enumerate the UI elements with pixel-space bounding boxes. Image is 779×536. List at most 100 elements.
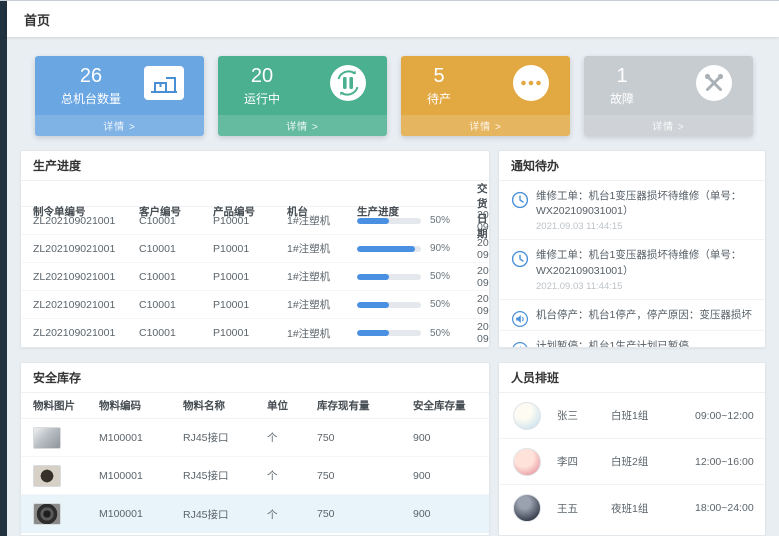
stat-card-running[interactable]: 20 运行中 详情 > [218,56,387,136]
table-row: M100001 RJ45接口 个 750 900 [21,419,489,457]
todo-panel: 通知待办 维修工单：机台1变压器损坏待维修（单号：WX202109031001）… [498,150,766,348]
delivery-date: 2021-09-10 [477,321,490,345]
machine: 1#注塑机 [287,326,357,341]
staff-name: 王五 [557,501,611,516]
staff-name: 张三 [557,408,611,423]
delivery-date: 2021-09-10 [477,209,490,233]
panels-row-1: 生产进度 制令单编号 客户编号 产品编号 机台 生产进度 交货日期 ZL2021… [20,150,766,348]
panel-title-todos: 通知待办 [499,151,765,181]
schedule-row: 李四 白班2组 12:00~16:00 [499,439,765,485]
progress-percent: 50% [430,215,450,226]
unit: 个 [267,468,317,483]
progress-percent: 90% [430,243,450,254]
order-no: ZL202109021001 [33,271,139,283]
progress-cell: 50% [357,328,477,339]
stat-detail-link[interactable]: 详情 > [35,115,204,136]
material-image [33,503,61,525]
stat-detail-link[interactable]: 详情 > [401,115,570,136]
order-no: ZL202109021001 [33,327,139,339]
progress-percent: 50% [430,271,450,282]
stat-card-body: 20 运行中 [218,56,387,115]
machine: 1#注塑机 [287,241,357,256]
todo-item[interactable]: 机台停产：机台1停产，停产原因：变压器损坏 [499,300,765,331]
shift-time: 12:00~16:00 [695,456,759,468]
stat-card-body: 1 故障 [584,56,753,115]
stat-value: 26 [61,65,121,87]
panel-title-inventory: 安全库存 [21,363,489,393]
production-table-header: 制令单编号 客户编号 产品编号 机台 生产进度 交货日期 [21,181,489,207]
progress-cell: 50% [357,215,477,226]
stock-qty: 750 [317,470,413,482]
safety-stock-panel: 安全库存 物料图片 物料编码 物料名称 单位 库存现有量 安全库存量 M1000… [20,362,490,536]
stat-card-body: 5 待产 [401,56,570,115]
left-edge-strip [0,1,7,536]
production-progress-panel: 生产进度 制令单编号 客户编号 产品编号 机台 生产进度 交货日期 ZL2021… [20,150,490,348]
progress-percent: 50% [430,328,450,339]
delivery-date: 2021-09-10 [477,293,490,317]
material-code: M100001 [99,508,183,520]
table-row: ZL202109021001 C10001 P10001 1#注塑机 50% 2… [21,319,489,347]
col-header: 库存现有量 [317,398,413,413]
topbar: 首页 [7,1,779,37]
safety-qty: 900 [413,508,479,520]
todo-time: 2021.09.03 11:44:15 [536,221,753,232]
machine: 1#注塑机 [287,213,357,228]
stat-detail-link[interactable]: 详情 > [584,115,753,136]
todo-text: 维修工单：机台1变压器损坏待维修（单号：WX202109031001） [536,189,753,219]
material-name: RJ45接口 [183,507,267,522]
progress-cell: 90% [357,243,477,254]
col-header: 安全库存量 [413,398,479,413]
staff-schedule-panel: 人员排班 张三 白班1组 09:00~12:00 李四 白班2组 12:00~1… [498,362,766,536]
todo-time: 2021.09.03 11:44:15 [536,281,753,292]
machine: 1#注塑机 [287,297,357,312]
speaker-icon [511,310,529,328]
stat-card-standby[interactable]: 5 待产 详情 > [401,56,570,136]
delivery-date: 2021-09-10 [477,237,490,261]
stock-qty: 750 [317,508,413,520]
dashboard-page: 首页 26 总机台数量 [7,1,779,536]
standby-icon [512,64,550,107]
order-no: ZL202109021001 [33,215,139,227]
customer-no: C10001 [139,215,213,227]
progress-bar [357,274,421,280]
stat-label: 待产 [427,90,451,107]
progress-cell: 50% [357,271,477,282]
stock-qty: 750 [317,432,413,444]
unit: 个 [267,507,317,522]
stat-value: 1 [610,65,634,87]
safety-qty: 900 [413,432,479,444]
todo-item[interactable]: 计划暂停：机台1生产计划已暂停 2021.09.03 11:44:15 [499,331,765,348]
stat-value: 5 [427,65,451,87]
stat-card-text: 26 总机台数量 [61,65,121,107]
unit: 个 [267,430,317,445]
stat-label: 运行中 [244,90,280,107]
progress-bar [357,330,421,336]
customer-no: C10001 [139,299,213,311]
stat-value: 20 [244,65,280,87]
col-header: 物料图片 [33,398,99,413]
col-header: 物料编码 [99,398,183,413]
todo-text: 维修工单：机台1变压器损坏待维修（单号：WX202109031001） [536,248,753,278]
progress-cell: 50% [357,299,477,310]
material-name: RJ45接口 [183,468,267,483]
panel-title-schedule: 人员排班 [499,363,765,393]
shift-time: 18:00~24:00 [695,502,759,514]
todo-item[interactable]: 维修工单：机台1变压器损坏待维修（单号：WX202109031001） 2021… [499,240,765,299]
clock-icon [511,191,529,209]
shift-time: 09:00~12:00 [695,410,759,422]
stat-detail-link[interactable]: 详情 > [218,115,387,136]
product-no: P10001 [213,327,287,339]
delivery-date: 2021-09-10 [477,265,490,289]
panels-row-2: 安全库存 物料图片 物料编码 物料名称 单位 库存现有量 安全库存量 M1000… [20,362,766,536]
material-name: RJ45接口 [183,430,267,445]
product-no: P10001 [213,299,287,311]
material-code: M100001 [99,470,183,482]
product-no: P10001 [213,215,287,227]
avatar [513,494,541,522]
stat-card-fault[interactable]: 1 故障 详情 > [584,56,753,136]
stat-card-total-machines[interactable]: 26 总机台数量 详情 > [35,56,204,136]
table-row: M100001 RJ45接口 个 750 900 [21,457,489,495]
table-row: ZL202109021001 C10001 P10001 1#注塑机 50% 2… [21,291,489,319]
product-no: P10001 [213,271,287,283]
todo-item[interactable]: 维修工单：机台1变压器损坏待维修（单号：WX202109031001） 2021… [499,181,765,240]
